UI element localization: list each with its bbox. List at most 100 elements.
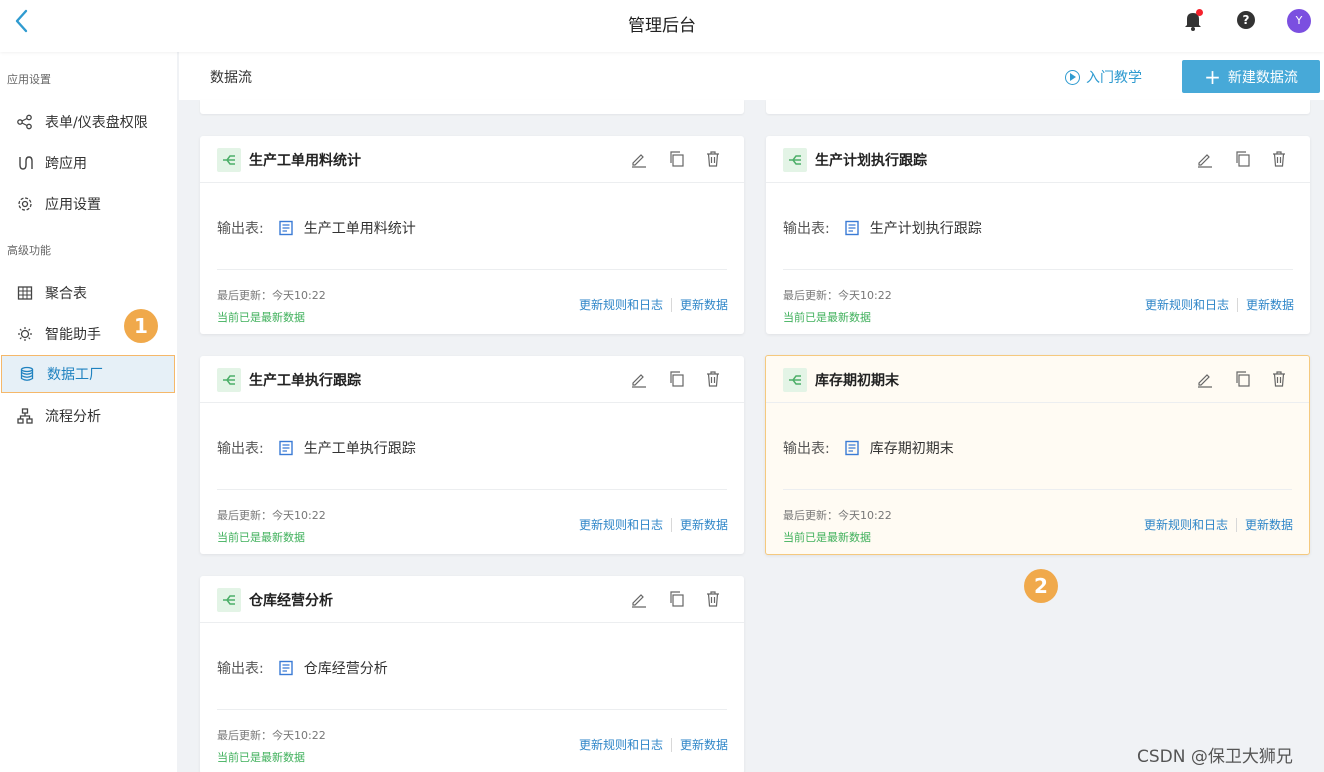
last-update: 最后更新：今天10:22 [783,289,892,302]
form-table-icon [278,660,294,676]
card-header: 库存期初期末 [766,356,1309,403]
card-title: 仓库经营分析 [249,593,333,609]
update-data-link[interactable]: 更新数据 [1246,296,1294,313]
org-chart-icon [17,408,33,424]
output-table-name[interactable]: 生产工单用料统计 [304,218,416,238]
update-data-link[interactable]: 更新数据 [680,296,728,313]
update-rules-link[interactable]: 更新规则和日志 [579,516,663,533]
last-update: 最后更新：今天10:22 [783,509,892,522]
trash-icon[interactable] [704,150,722,168]
copy-icon[interactable] [668,150,686,168]
sidebar-item-label: 跨应用 [45,156,87,172]
card-title: 库存期初期末 [815,373,899,389]
sidebar-section-advanced: 高级功能 [7,244,51,257]
tutorial-link[interactable]: 入门教学 [1065,67,1142,87]
sidebar-item-label: 聚合表 [45,286,87,302]
share-nodes-icon [17,114,33,130]
card-title: 生产工单用料统计 [249,153,361,169]
dataflow-card-highlighted[interactable]: 库存期初期末 输出表: 库存期初期末 最后更新：今天10:22 当前已是最新数据… [765,355,1310,555]
link-separator [670,297,672,312]
output-table-name[interactable]: 生产计划执行跟踪 [870,218,982,238]
sidebar-item-data-factory[interactable]: 数据工厂 [1,355,175,393]
form-table-icon [844,220,860,236]
dataflow-card[interactable]: 生产工单用料统计 输出表: 生产工单用料统计 最后更新：今天10:22 当前已是… [200,136,744,334]
output-table-name[interactable]: 库存期初期末 [870,438,954,458]
update-data-link[interactable]: 更新数据 [680,516,728,533]
sidebar-item-label: 数据工厂 [47,367,103,383]
data-status: 当前已是最新数据 [217,531,305,544]
edit-icon[interactable] [630,590,648,608]
card-links: 更新规则和日志 更新数据 [1144,516,1293,533]
cross-app-icon [17,155,33,171]
output-label: 输出表: [783,221,830,237]
sidebar-item-form-permissions[interactable]: 表单/仪表盘权限 [0,104,177,140]
sidebar: 应用设置 表单/仪表盘权限 跨应用 应用设置 高级功能 聚合表 智能助手 数据工… [0,52,177,772]
trash-icon[interactable] [1270,370,1288,388]
update-rules-link[interactable]: 更新规则和日志 [1145,296,1229,313]
edit-icon[interactable] [1196,150,1214,168]
output-table-name[interactable]: 仓库经营分析 [304,658,388,678]
divider [783,269,1293,270]
dataflow-icon [217,148,241,172]
sidebar-item-label: 表单/仪表盘权限 [45,115,148,131]
table-icon [17,285,33,301]
bell-icon[interactable] [1182,9,1204,31]
avatar[interactable]: Y [1287,9,1311,33]
card-title: 生产计划执行跟踪 [815,153,927,169]
new-dataflow-label: 新建数据流 [1227,69,1298,86]
copy-icon[interactable] [668,370,686,388]
copy-icon[interactable] [1234,370,1252,388]
link-separator [1235,517,1237,532]
form-table-icon [278,440,294,456]
update-rules-link[interactable]: 更新规则和日志 [1144,516,1228,533]
output-table-row: 输出表: 生产工单用料统计 [217,218,416,238]
link-separator [670,737,672,752]
breadcrumb: 数据流 [210,70,252,86]
copy-icon[interactable] [1234,150,1252,168]
top-bar: 管理后台 ? Y [0,0,1324,52]
form-table-icon [844,440,860,456]
divider [217,269,727,270]
sidebar-item-aggregate-table[interactable]: 聚合表 [0,275,177,311]
card-stub [766,100,1310,114]
edit-icon[interactable] [630,150,648,168]
help-icon[interactable]: ? [1237,11,1255,29]
dataflow-card[interactable]: 仓库经营分析 输出表: 仓库经营分析 最后更新：今天10:22 当前已是最新数据… [200,576,744,772]
new-dataflow-button[interactable]: + 新建数据流 [1182,60,1320,93]
sidebar-item-process-analysis[interactable]: 流程分析 [0,398,177,434]
copy-icon[interactable] [668,590,686,608]
data-status: 当前已是最新数据 [217,311,305,324]
output-label: 输出表: [217,221,264,237]
update-rules-link[interactable]: 更新规则和日志 [579,736,663,753]
update-data-link[interactable]: 更新数据 [680,736,728,753]
edit-icon[interactable] [630,370,648,388]
update-data-link[interactable]: 更新数据 [1245,516,1293,533]
sidebar-item-cross-app[interactable]: 跨应用 [0,145,177,181]
output-table-name[interactable]: 生产工单执行跟踪 [304,438,416,458]
trash-icon[interactable] [704,590,722,608]
trash-icon[interactable] [704,370,722,388]
database-icon [19,366,35,382]
output-label: 输出表: [217,661,264,677]
data-status: 当前已是最新数据 [783,531,871,544]
last-update: 最后更新：今天10:22 [217,509,326,522]
last-update: 最后更新：今天10:22 [217,289,326,302]
trash-icon[interactable] [1270,150,1288,168]
output-label: 输出表: [217,441,264,457]
sidebar-item-label: 应用设置 [45,197,101,213]
edit-icon[interactable] [1196,370,1214,388]
sidebar-section-app: 应用设置 [7,73,51,86]
dataflow-card[interactable]: 生产计划执行跟踪 输出表: 生产计划执行跟踪 最后更新：今天10:22 当前已是… [766,136,1310,334]
gear-icon [17,196,33,212]
sidebar-item-app-settings[interactable]: 应用设置 [0,186,177,222]
notification-dot [1196,9,1203,16]
divider [783,489,1292,490]
annotation-badge-1: 1 [124,309,158,343]
page-title: 管理后台 [628,16,696,36]
tutorial-label: 入门教学 [1086,70,1142,86]
update-rules-link[interactable]: 更新规则和日志 [579,296,663,313]
bulb-icon [17,326,33,342]
divider [217,709,727,710]
sidebar-item-label: 流程分析 [45,409,101,425]
dataflow-card[interactable]: 生产工单执行跟踪 输出表: 生产工单执行跟踪 最后更新：今天10:22 当前已是… [200,356,744,554]
